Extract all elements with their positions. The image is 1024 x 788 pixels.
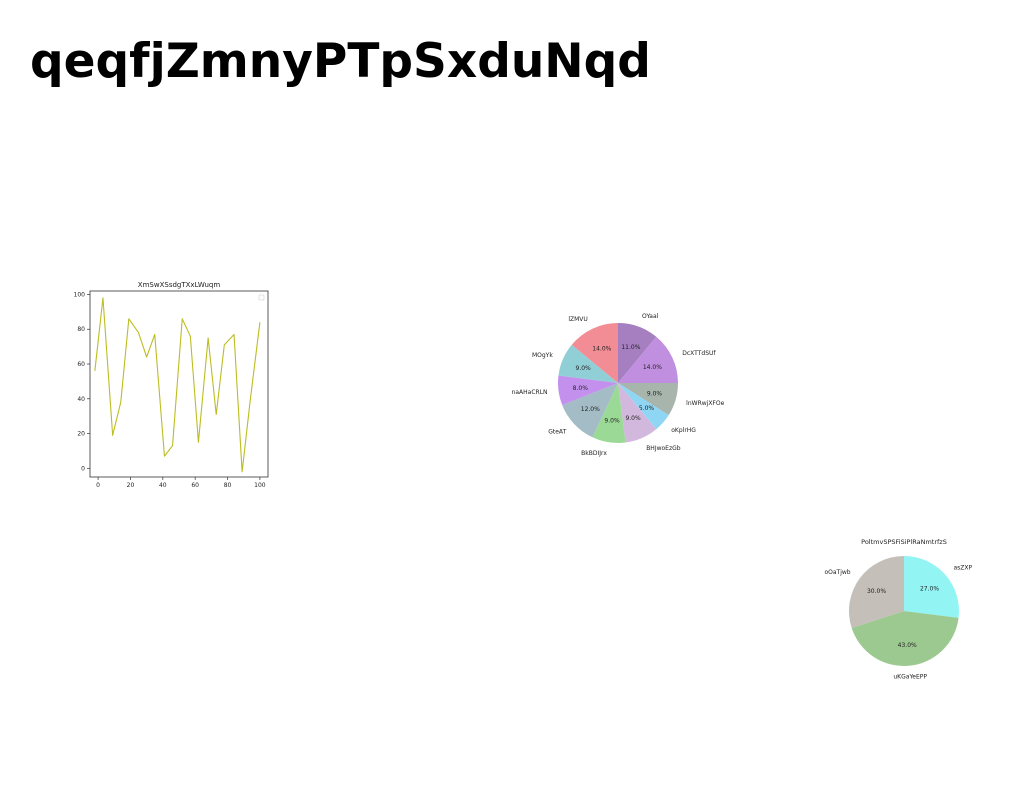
pie-chart-1: 11.0%OYaal14.0%DcXTTdSUf9.0%lnWRwjXFOe5.…	[512, 313, 725, 457]
pie-chart-2: PoltmvSPSFiSiPlRaNmtrfzS 27.0% asZXP 43.0% u…	[824, 538, 973, 681]
y-tick-label: 80	[77, 326, 85, 333]
chart-title: PoltmvSPSFiSiPlRaNmtrfzS	[861, 538, 947, 546]
slice-percent-label: 9.0%	[647, 391, 663, 398]
x-tick-label: 20	[127, 482, 135, 489]
slice-label: lZMVU	[568, 316, 587, 323]
slice-percent-label: 9.0%	[604, 418, 620, 425]
slice-label: OYaal	[642, 313, 659, 320]
y-tick-label: 20	[77, 431, 85, 438]
slice-label: oOaTjwb	[824, 569, 850, 576]
x-tick-label: 40	[159, 482, 167, 489]
slice-percent-label: 8.0%	[573, 385, 589, 392]
chart-title: XmSwXSsdgTXxLWuqm	[138, 281, 221, 289]
slice-label: naAHaCRLN	[512, 389, 548, 396]
y-tick-label: 0	[81, 465, 85, 472]
slice-label: BkBDIJrx	[581, 450, 607, 457]
slice-label: GteAT	[548, 429, 566, 436]
slice-percent-label: 9.0%	[625, 415, 641, 422]
series-line	[94, 297, 261, 473]
slice-label: asZXP	[954, 564, 973, 571]
slice-percent-label: 14.0%	[643, 364, 662, 371]
slice-label: lnWRwjXFOe	[686, 400, 724, 407]
x-tick-label: 0	[96, 482, 100, 489]
slice-label: oKplrHG	[671, 427, 696, 434]
slice-percent-label: 27.0%	[920, 586, 939, 593]
legend-box	[258, 294, 265, 301]
x-tick-label: 100	[254, 482, 266, 489]
slice-percent-label: 14.0%	[592, 346, 611, 353]
slice-percent-label: 12.0%	[581, 406, 600, 413]
slice-label: uKGaYeEPP	[893, 674, 927, 681]
slice-label: DcXTTdSUf	[682, 350, 716, 357]
slice-label: BHJwoEzGb	[646, 445, 681, 452]
y-tick-label: 40	[77, 396, 85, 403]
y-tick-label: 60	[77, 361, 85, 368]
slice-percent-label: 9.0%	[576, 365, 592, 372]
slice-percent-label: 43.0%	[898, 642, 917, 649]
y-tick-label: 100	[74, 291, 86, 298]
page-title: qeqfjZmnyPTpSxduNqd	[30, 34, 651, 89]
slice-percent-label: 30.0%	[867, 588, 886, 595]
slice-percent-label: 11.0%	[621, 344, 640, 351]
x-tick-label: 60	[191, 482, 199, 489]
x-tick-label: 80	[224, 482, 232, 489]
slice-label: MOgYk	[532, 352, 553, 359]
line-chart: XmSwXSsdgTXxLWuqm 0 20 40 60 80 100 0 20 40 60 80 10…	[74, 281, 269, 489]
